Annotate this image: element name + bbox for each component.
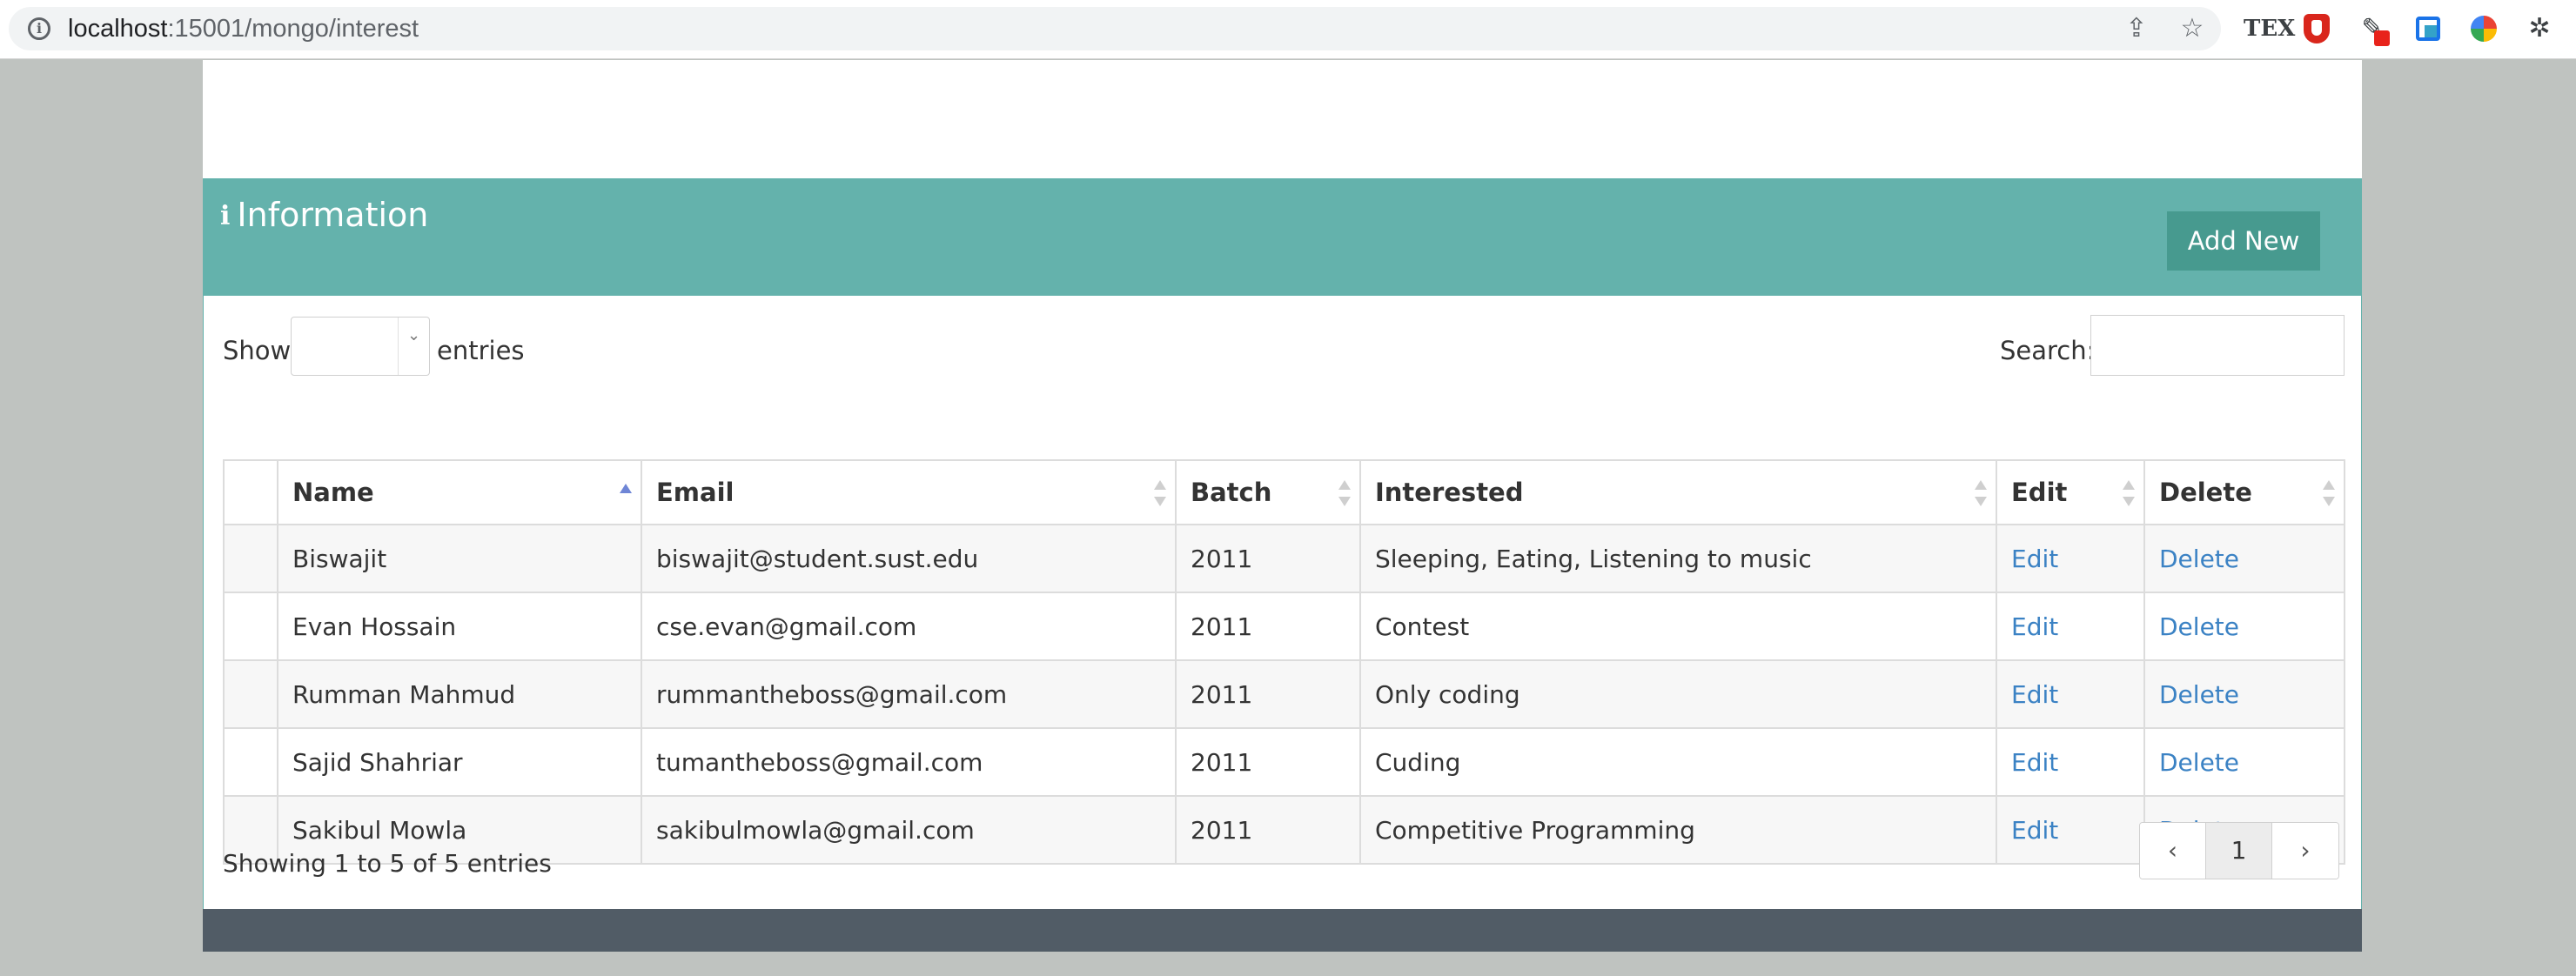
share-icon[interactable]: ⇪	[2123, 16, 2150, 42]
page-container: i Information Add New Show ⌄ entries Sear…	[203, 60, 2362, 952]
email-cell: sakibulmowla@gmail.com	[641, 795, 1177, 865]
column-header-interested[interactable]: Interested	[1359, 459, 1997, 525]
batch-cell: 2011	[1175, 727, 1361, 797]
sort-icon	[2323, 480, 2335, 506]
delete-cell: Delete	[2143, 592, 2345, 661]
column-header-batch[interactable]: Batch	[1175, 459, 1361, 525]
email-cell: tumantheboss@gmail.com	[641, 727, 1177, 797]
batch-cell: 2011	[1175, 659, 1361, 729]
search-input[interactable]	[2090, 315, 2345, 376]
edit-link[interactable]: Edit	[2011, 680, 2058, 709]
edit-link[interactable]: Edit	[2011, 545, 2058, 573]
row-index-cell	[223, 727, 278, 797]
name-cell: Rumman Mahmud	[277, 659, 642, 729]
delete-cell: Delete	[2143, 659, 2345, 729]
delete-cell: Delete	[2143, 727, 2345, 797]
table-header-row: Name Email Batch Interested Edit Delete	[223, 459, 2345, 525]
table-row: Biswajit biswajit@student.sust.edu 2011 …	[223, 524, 2345, 593]
interested-cell: Only coding	[1359, 659, 1997, 729]
panel-title: i Information	[220, 196, 428, 236]
column-header-delete[interactable]: Delete	[2143, 459, 2345, 525]
row-index-cell	[223, 524, 278, 593]
delete-link[interactable]: Delete	[2159, 680, 2239, 709]
interested-cell: Cuding	[1359, 727, 1997, 797]
panel-title-text: Information	[237, 196, 429, 234]
previous-page-button[interactable]: ‹	[2140, 823, 2206, 879]
next-page-button[interactable]: ›	[2272, 823, 2338, 879]
batch-cell: 2011	[1175, 592, 1361, 661]
delete-cell: Delete	[2143, 524, 2345, 593]
color-wheel-extension-icon[interactable]	[2466, 11, 2501, 46]
site-info-icon[interactable]: i	[28, 17, 50, 40]
address-bar[interactable]: i localhost:15001/mongo/interest ⇪ ☆	[9, 7, 2221, 50]
data-table: Name Email Batch Interested Edit Delete …	[223, 459, 2345, 865]
add-new-button[interactable]: Add New	[2167, 211, 2320, 271]
sort-icon	[1975, 480, 1987, 506]
batch-cell: 2011	[1175, 524, 1361, 593]
sort-icon	[2123, 480, 2135, 506]
name-cell: Evan Hossain	[277, 592, 642, 661]
column-header-email[interactable]: Email	[641, 459, 1177, 525]
sort-ascending-icon	[620, 480, 632, 506]
row-index-cell	[223, 659, 278, 729]
page-footer-bar	[203, 909, 2362, 952]
table-info-text: Showing 1 to 5 of 5 entries	[223, 849, 552, 878]
edit-cell: Edit	[1996, 524, 2145, 593]
info-icon: i	[220, 201, 231, 231]
shield-extension-icon[interactable]	[2299, 11, 2334, 46]
edit-link[interactable]: Edit	[2011, 612, 2058, 641]
email-cell: biswajit@student.sust.edu	[641, 524, 1177, 593]
show-label: Show	[223, 336, 292, 365]
url-text[interactable]: localhost:15001/mongo/interest	[68, 16, 419, 42]
column-header-edit[interactable]: Edit	[1996, 459, 2145, 525]
puzzle-extensions-icon[interactable]: ✲	[2522, 11, 2557, 46]
email-cell: cse.evan@gmail.com	[641, 592, 1177, 661]
entries-label: entries	[437, 336, 525, 365]
pagination: ‹ 1 ›	[2139, 822, 2339, 879]
column-header-index	[223, 459, 278, 525]
interested-cell: Contest	[1359, 592, 1997, 661]
sort-icon	[1338, 480, 1351, 506]
edit-cell: Edit	[1996, 592, 2145, 661]
entries-length-select[interactable]: ⌄	[291, 317, 430, 376]
row-index-cell	[223, 592, 278, 661]
name-cell: Sajid Shahriar	[277, 727, 642, 797]
email-cell: rummantheboss@gmail.com	[641, 659, 1177, 729]
tex-extension-icon[interactable]: TEX	[2244, 11, 2295, 46]
edit-link[interactable]: Edit	[2011, 748, 2058, 777]
panel-body: Show ⌄ entries Search: Name Email Batch …	[203, 296, 2362, 909]
table-row: Sajid Shahriar tumantheboss@gmail.com 20…	[223, 727, 2345, 797]
chevron-down-icon: ⌄	[398, 318, 429, 375]
column-header-name[interactable]: Name	[277, 459, 642, 525]
delete-link[interactable]: Delete	[2159, 748, 2239, 777]
edit-cell: Edit	[1996, 727, 2145, 797]
table-row: Rumman Mahmud rummantheboss@gmail.com 20…	[223, 659, 2345, 729]
delete-link[interactable]: Delete	[2159, 612, 2239, 641]
sort-icon	[1154, 480, 1166, 506]
edit-cell: Edit	[1996, 795, 2145, 865]
delete-link[interactable]: Delete	[2159, 545, 2239, 573]
batch-cell: 2011	[1175, 795, 1361, 865]
browser-toolbar: i localhost:15001/mongo/interest ⇪ ☆ TEX…	[0, 0, 2576, 59]
table-row: Evan Hossain cse.evan@gmail.com 2011 Con…	[223, 592, 2345, 661]
interested-cell: Sleeping, Eating, Listening to music	[1359, 524, 1997, 593]
name-cell: Biswajit	[277, 524, 642, 593]
interested-cell: Competitive Programming	[1359, 795, 1997, 865]
panel-header: i Information Add New	[203, 178, 2362, 296]
page-1-button[interactable]: 1	[2206, 823, 2272, 879]
edit-link[interactable]: Edit	[2011, 816, 2058, 845]
copy-extension-icon[interactable]	[2411, 11, 2445, 46]
eyedropper-extension-icon[interactable]: ✎	[2355, 11, 2390, 46]
edit-cell: Edit	[1996, 659, 2145, 729]
star-icon[interactable]: ☆	[2179, 16, 2205, 42]
search-label: Search:	[2000, 336, 2096, 365]
